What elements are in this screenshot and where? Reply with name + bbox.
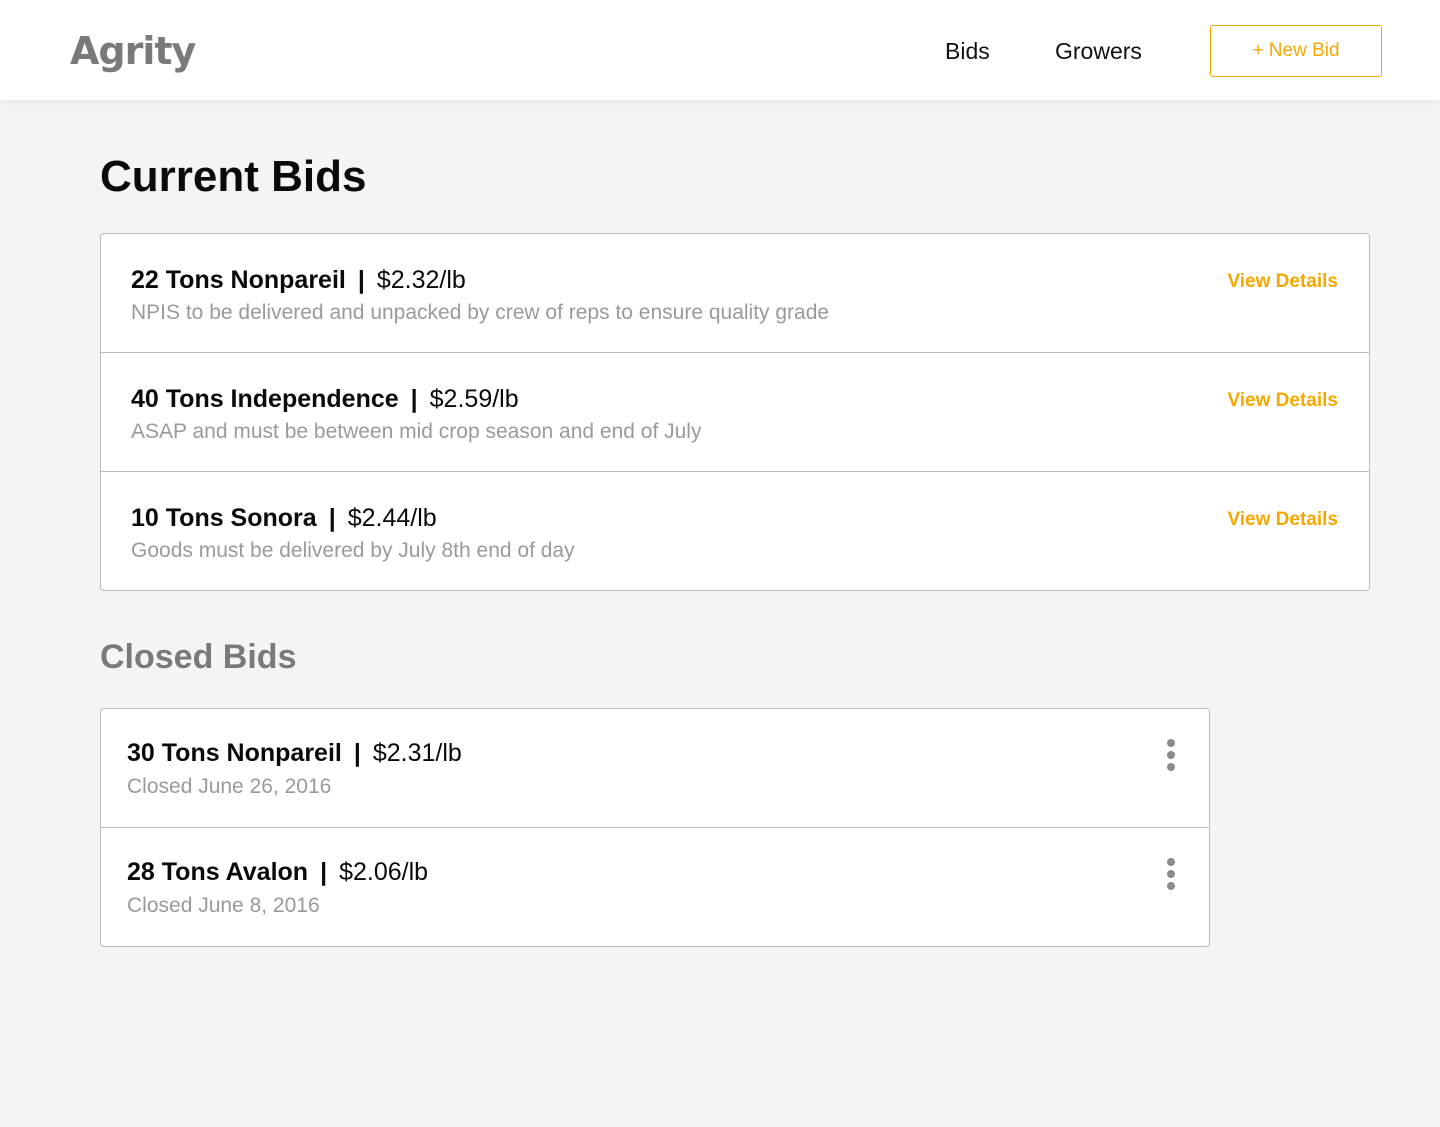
current-bids-heading: Current Bids xyxy=(100,152,367,201)
view-details-link[interactable]: View Details xyxy=(1227,508,1338,532)
bid-note: ASAP and must be between mid crop season… xyxy=(131,420,702,443)
bid-price: $2.31/lb xyxy=(372,739,462,767)
nav-bids-link[interactable]: Bids xyxy=(945,34,990,68)
bid-row: 22 Tons Nonpareil | $2.32/lb NPIS to be de… xyxy=(101,234,1369,353)
title-separator: | xyxy=(357,266,365,294)
closed-bid-row: 30 Tons Nonpareil | $2.31/lb Closed June 2… xyxy=(101,709,1209,828)
closed-bids-list: 30 Tons Nonpareil | $2.31/lb Closed June 2… xyxy=(100,708,1210,947)
closed-date: Closed June 8, 2016 xyxy=(127,894,320,917)
title-separator: | xyxy=(328,504,336,532)
closed-date: Closed June 26, 2016 xyxy=(127,775,332,798)
closed-bid-row: 28 Tons Avalon | $2.06/lb Closed June 8, 2… xyxy=(101,828,1209,946)
bid-price: $2.59/lb xyxy=(429,385,519,413)
bid-title: 10 Tons Sonora | $2.44/lb xyxy=(131,502,437,534)
bid-row: 40 Tons Independence | $2.59/lb ASAP and m… xyxy=(101,353,1369,472)
view-details-link[interactable]: View Details xyxy=(1227,270,1338,294)
bid-price: $2.06/lb xyxy=(339,858,429,886)
agrity-logo[interactable]: Agrity xyxy=(70,26,196,76)
nav-growers-link[interactable]: Growers xyxy=(1055,34,1142,68)
title-separator: | xyxy=(353,739,361,767)
bid-name: 40 Tons Independence xyxy=(131,385,399,413)
bid-title: 22 Tons Nonpareil | $2.32/lb xyxy=(131,264,466,296)
bid-name: 22 Tons Nonpareil xyxy=(131,266,346,294)
closed-bids-heading: Closed Bids xyxy=(100,638,297,676)
more-vertical-icon[interactable] xyxy=(1161,735,1181,775)
bid-name: 30 Tons Nonpareil xyxy=(127,739,342,767)
bid-note: Goods must be delivered by July 8th end … xyxy=(131,539,575,562)
bid-name: 10 Tons Sonora xyxy=(131,504,317,532)
bid-title: 40 Tons Independence | $2.59/lb xyxy=(131,383,519,415)
title-separator: | xyxy=(320,858,328,886)
bid-row: 10 Tons Sonora | $2.44/lb Goods must be de… xyxy=(101,472,1369,590)
bid-price: $2.32/lb xyxy=(376,266,466,294)
bid-title: 28 Tons Avalon | $2.06/lb xyxy=(127,856,428,888)
bid-title: 30 Tons Nonpareil | $2.31/lb xyxy=(127,737,462,769)
new-bid-button[interactable]: + New Bid xyxy=(1210,25,1382,77)
top-navigation-bar: Agrity Bids Growers + New Bid xyxy=(0,0,1440,100)
bid-note: NPIS to be delivered and unpacked by cre… xyxy=(131,301,830,324)
bid-price: $2.44/lb xyxy=(347,504,437,532)
view-details-link[interactable]: View Details xyxy=(1227,389,1338,413)
current-bids-list: 22 Tons Nonpareil | $2.32/lb NPIS to be de… xyxy=(100,233,1370,591)
bid-name: 28 Tons Avalon xyxy=(127,858,309,886)
more-vertical-icon[interactable] xyxy=(1161,854,1181,894)
title-separator: | xyxy=(410,385,418,413)
